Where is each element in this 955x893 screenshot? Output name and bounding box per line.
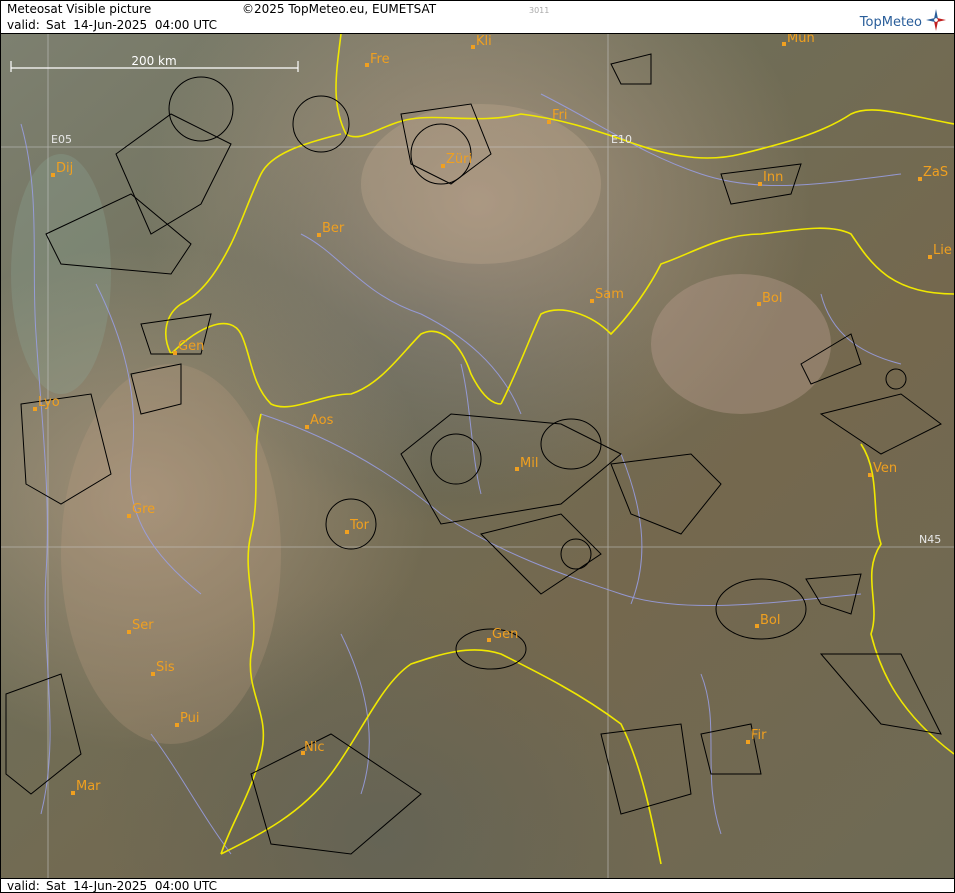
svg-text:Lie: Lie (933, 243, 952, 258)
svg-text:Mar: Mar (76, 779, 101, 794)
svg-text:Dij: Dij (56, 161, 73, 176)
svg-text:Sis: Sis (156, 660, 175, 675)
cloud-east (651, 274, 831, 414)
city-gre: Gre (127, 502, 155, 518)
svg-text:Sam: Sam (595, 287, 624, 302)
svg-text:Tor: Tor (349, 518, 370, 533)
valid-label: valid: (7, 18, 40, 32)
copyright: ©2025 TopMeteo.eu, EUMETSAT (242, 2, 437, 16)
svg-text:Fri: Fri (552, 108, 568, 123)
brand-name: TopMeteo (859, 15, 922, 30)
svg-text:Lyo: Lyo (38, 395, 60, 410)
svg-text:ZaS: ZaS (923, 165, 948, 180)
city-ser: Ser (127, 618, 154, 634)
valid-bar: valid: Sat 14-Jun-2025 04:00 UTC (1, 17, 954, 34)
svg-text:Pui: Pui (180, 711, 199, 726)
city-ber: Ber (317, 221, 345, 237)
svg-text:Gre: Gre (132, 502, 155, 517)
svg-text:Nic: Nic (304, 740, 324, 755)
map-frame: Meteosat Visible picture ©2025 TopMeteo.… (0, 0, 955, 893)
svg-text:Ser: Ser (132, 618, 154, 633)
city-nic: Nic (301, 740, 324, 755)
scale-bar-label: 200 km (131, 54, 176, 68)
footer-valid-time: Sat 14-Jun-2025 04:00 UTC (46, 879, 218, 893)
city-sam: Sam (590, 287, 624, 303)
compass-icon (926, 9, 946, 31)
city-mun: Mün (782, 34, 815, 46)
svg-text:Mil: Mil (520, 456, 538, 471)
svg-text:Züri: Züri (446, 152, 472, 167)
footer-bar: valid: Sat 14-Jun-2025 04:00 UTC (1, 878, 954, 893)
header-bar: Meteosat Visible picture ©2025 TopMeteo.… (1, 1, 954, 18)
city-aos: Aos (305, 413, 334, 429)
grid-label: E10 (611, 133, 632, 146)
footer-valid-label: valid: (7, 879, 40, 893)
city-zas: ZaS (918, 165, 948, 181)
city-gen-south: Gen (487, 627, 518, 642)
svg-text:Fre: Fre (370, 52, 390, 67)
city-zuri: Züri (441, 152, 472, 168)
svg-text:Mün: Mün (787, 34, 815, 46)
svg-text:Bol: Bol (760, 613, 780, 628)
city-gen-west: Gen (173, 339, 204, 355)
svg-text:Inn: Inn (763, 170, 783, 185)
satellite-map[interactable]: 200 km E05 E10 N45 Mün Fre Kli Fri Züri … (1, 34, 954, 878)
svg-text:Ber: Ber (322, 221, 345, 236)
svg-text:Aos: Aos (310, 413, 334, 428)
svg-text:Ven: Ven (873, 461, 897, 476)
svg-text:Fir: Fir (751, 728, 767, 743)
svg-text:Bol: Bol (762, 291, 782, 306)
svg-text:Gen: Gen (492, 627, 518, 642)
product-title: Meteosat Visible picture (7, 2, 152, 16)
valid-time: Sat 14-Jun-2025 04:00 UTC (46, 18, 218, 32)
grid-label: E05 (51, 133, 72, 146)
svg-text:Gen: Gen (178, 339, 204, 354)
city-ven: Ven (868, 461, 897, 477)
city-mar: Mar (71, 779, 101, 795)
svg-text:Kli: Kli (476, 34, 492, 49)
grid-label: N45 (919, 533, 941, 546)
